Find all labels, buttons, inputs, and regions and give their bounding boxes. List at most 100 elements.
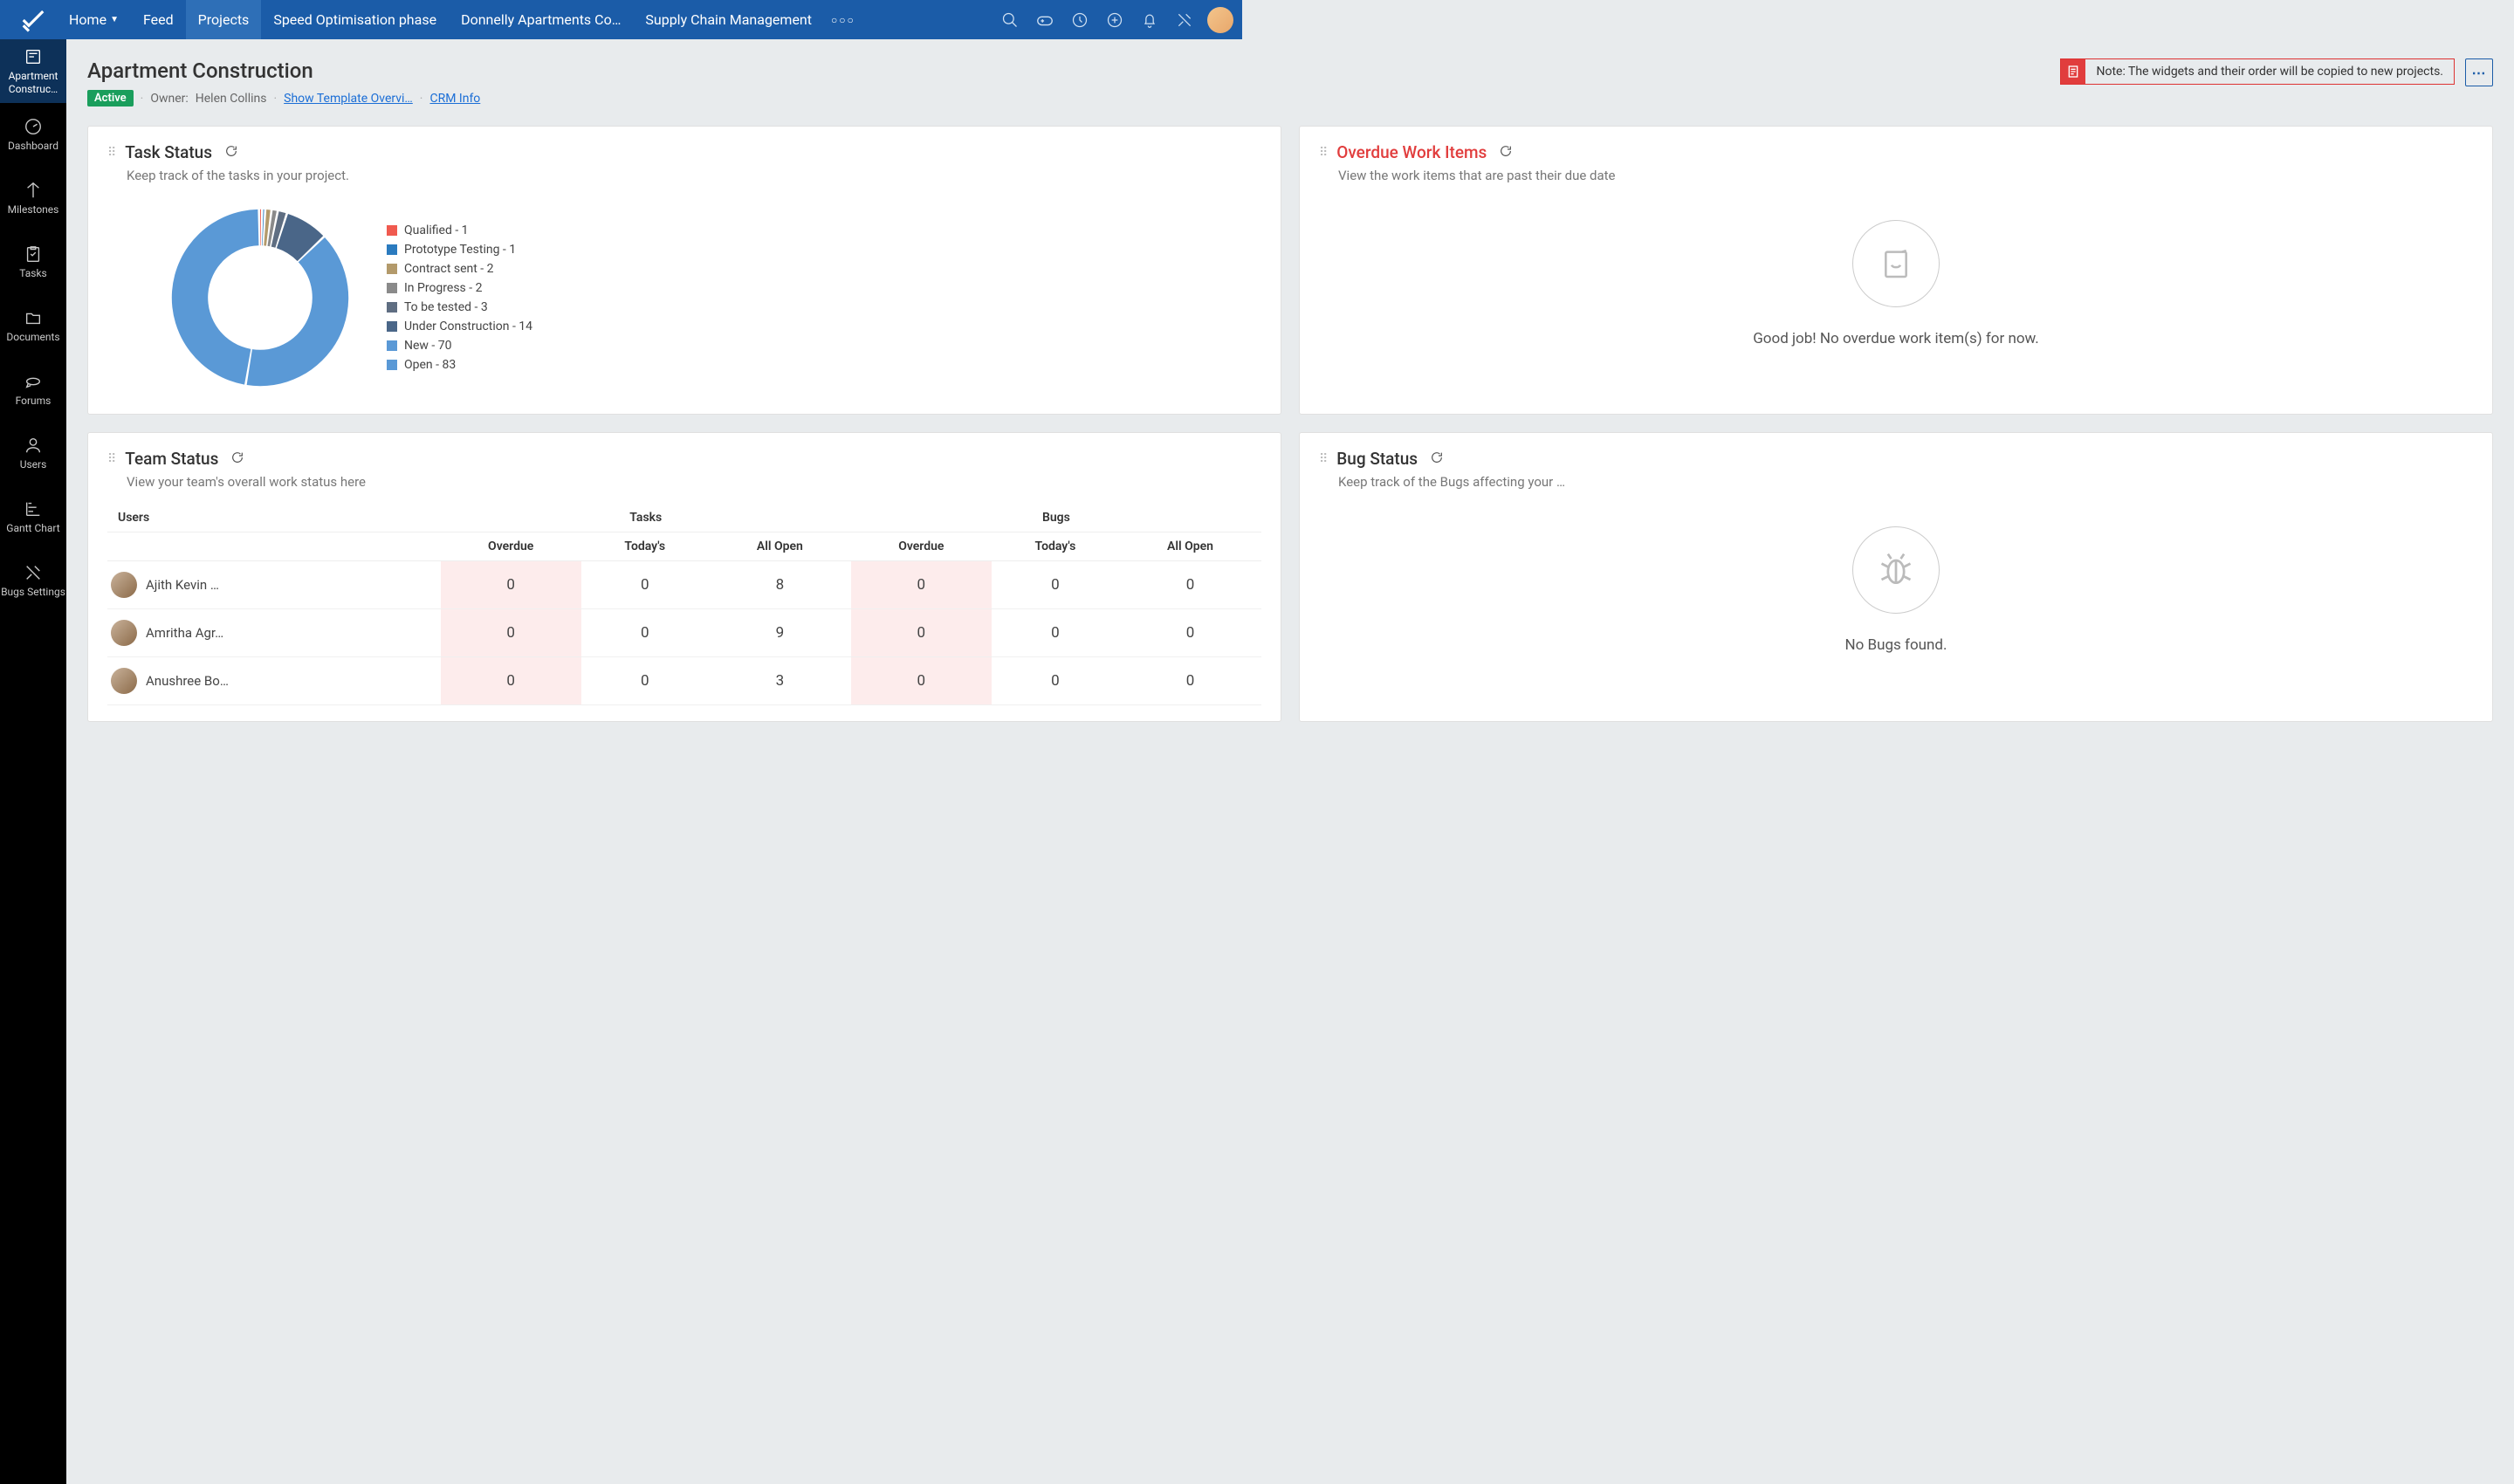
cell-tasks-overdue: 0 <box>441 609 581 657</box>
sidebar-item-forums[interactable]: Forums <box>0 358 66 422</box>
drag-handle-icon[interactable]: ⠿ <box>107 146 116 160</box>
search-icon[interactable] <box>993 0 1027 39</box>
nav-feed[interactable]: Feed <box>131 0 186 39</box>
subcol-today: Today's <box>992 532 1119 561</box>
sidebar-item-documents[interactable]: Documents <box>0 294 66 358</box>
legend-item[interactable]: Open - 83 <box>387 358 532 372</box>
col-users: Users <box>107 504 441 532</box>
cell-tasks-open: 8 <box>709 561 851 609</box>
sidebar-item-gantt[interactable]: Gantt Chart <box>0 485 66 549</box>
sidebar-item-label: Tasks <box>19 267 47 279</box>
note-text: Note: The widgets and their order will b… <box>2085 65 2454 79</box>
caret-down-icon: ▼ <box>110 15 119 24</box>
refresh-icon[interactable] <box>1499 144 1513 161</box>
bell-icon[interactable] <box>1132 0 1167 39</box>
legend-item[interactable]: In Progress - 2 <box>387 281 532 295</box>
template-overview-link[interactable]: Show Template Overvi… <box>284 92 413 106</box>
cell-bugs-open: 0 <box>1119 657 1261 705</box>
user-avatar-icon <box>111 572 137 598</box>
legend-swatch <box>387 360 397 370</box>
sidebar-item-label: Bugs Settings <box>1 586 65 598</box>
main-content: Apartment Construction Active · Owner: H… <box>66 39 2514 1484</box>
separator: · <box>141 92 144 106</box>
legend-item[interactable]: Contract sent - 2 <box>387 262 532 276</box>
table-row[interactable]: Anushree Bo… 0 0 3 0 0 0 <box>107 657 1261 705</box>
donut-slice[interactable] <box>262 210 264 245</box>
legend-item[interactable]: Qualified - 1 <box>387 223 532 237</box>
legend-label: New - 70 <box>404 339 451 353</box>
sidebar-item-label: Milestones <box>8 203 59 216</box>
legend-item[interactable]: Prototype Testing - 1 <box>387 243 532 257</box>
plus-icon[interactable] <box>1097 0 1132 39</box>
owner-name: Helen Collins <box>196 92 267 106</box>
legend-item[interactable]: Under Construction - 14 <box>387 319 532 333</box>
tools-icon[interactable] <box>1167 0 1202 39</box>
cell-bugs-today: 0 <box>992 609 1119 657</box>
table-row[interactable]: Ajith Kevin … 0 0 8 0 0 0 <box>107 561 1261 609</box>
legend-swatch <box>387 225 397 236</box>
nav-tab-1[interactable]: Donnelly Apartments Co… <box>449 0 633 39</box>
clock-icon[interactable] <box>1062 0 1097 39</box>
drag-handle-icon[interactable]: ⠿ <box>1319 452 1328 466</box>
sidebar-item-tasks[interactable]: Tasks <box>0 230 66 294</box>
user-avatar-icon <box>111 668 137 694</box>
owner-label: Owner: <box>150 92 188 106</box>
crm-info-link[interactable]: CRM Info <box>429 92 480 106</box>
nav-tab-0[interactable]: Speed Optimisation phase <box>261 0 449 39</box>
subcol-allopen: All Open <box>709 532 851 561</box>
legend-swatch <box>387 264 397 274</box>
cell-bugs-today: 0 <box>992 561 1119 609</box>
app-logo[interactable] <box>9 7 57 33</box>
page-meta: Active · Owner: Helen Collins · Show Tem… <box>87 90 480 106</box>
refresh-icon[interactable] <box>1430 450 1444 468</box>
sidebar-item-users[interactable]: Users <box>0 422 66 485</box>
legend-label: Qualified - 1 <box>404 223 469 237</box>
nav-more-icon[interactable]: ○○○ <box>831 14 855 26</box>
sidebar-item-milestones[interactable]: Milestones <box>0 167 66 230</box>
legend-label: Under Construction - 14 <box>404 319 532 333</box>
separator: · <box>273 92 277 106</box>
sidebar-item-dashboard[interactable]: Dashboard <box>0 103 66 167</box>
top-nav: Home ▼ Feed Projects Speed Optimisation p… <box>57 0 855 39</box>
chart-legend: Qualified - 1 Prototype Testing - 1 Contra… <box>387 223 532 372</box>
smile-icon <box>1852 220 1940 307</box>
widget-overdue: ⠿ Overdue Work Items View the work items… <box>1299 126 2493 415</box>
widget-title: Bug Status <box>1336 449 1418 469</box>
donut-slice[interactable] <box>172 210 259 385</box>
sidebar-item-label: Dashboard <box>8 140 58 152</box>
legend-item[interactable]: New - 70 <box>387 339 532 353</box>
drag-handle-icon[interactable]: ⠿ <box>107 452 116 466</box>
widget-subtitle: View your team's overall work status her… <box>127 474 1261 490</box>
sidebar-item-label: Apartment Construc… <box>0 70 66 95</box>
page-more-button[interactable]: ⋯ <box>2465 58 2493 86</box>
nav-home[interactable]: Home ▼ <box>57 0 131 39</box>
legend-swatch <box>387 340 397 351</box>
nav-home-label: Home <box>69 11 106 28</box>
sidebar-item-label: Users <box>20 458 47 471</box>
empty-state-text: Good job! No overdue work item(s) for no… <box>1753 330 2039 347</box>
sidebar-item-bugs-settings[interactable]: Bugs Settings <box>0 549 66 613</box>
table-row[interactable]: Amritha Agr… 0 0 9 0 0 0 <box>107 609 1261 657</box>
status-badge: Active <box>87 90 134 106</box>
widget-subtitle: Keep track of the tasks in your project. <box>127 168 1261 183</box>
widget-bug-status: ⠿ Bug Status Keep track of the Bugs affe… <box>1299 432 2493 722</box>
sidebar-item-label: Forums <box>16 395 52 407</box>
refresh-icon[interactable] <box>230 450 244 468</box>
nav-projects[interactable]: Projects <box>186 0 262 39</box>
col-bugs: Bugs <box>851 504 1261 532</box>
refresh-icon[interactable] <box>224 144 238 161</box>
sidebar-item-label: Gantt Chart <box>6 522 59 534</box>
legend-item[interactable]: To be tested - 3 <box>387 300 532 314</box>
cell-bugs-overdue: 0 <box>851 657 992 705</box>
drag-handle-icon[interactable]: ⠿ <box>1319 146 1328 160</box>
cell-tasks-open: 3 <box>709 657 851 705</box>
user-avatar[interactable] <box>1207 7 1233 33</box>
empty-state-text: No Bugs found. <box>1845 636 1947 654</box>
legend-swatch <box>387 283 397 293</box>
donut-slice[interactable] <box>260 210 261 245</box>
gamepad-icon[interactable] <box>1027 0 1062 39</box>
topbar: Home ▼ Feed Projects Speed Optimisation p… <box>0 0 1242 39</box>
widget-grid: ⠿ Task Status Keep track of the tasks in… <box>66 115 2514 743</box>
nav-tab-2[interactable]: Supply Chain Management <box>633 0 824 39</box>
sidebar-item-project[interactable]: Apartment Construc… <box>0 39 66 103</box>
